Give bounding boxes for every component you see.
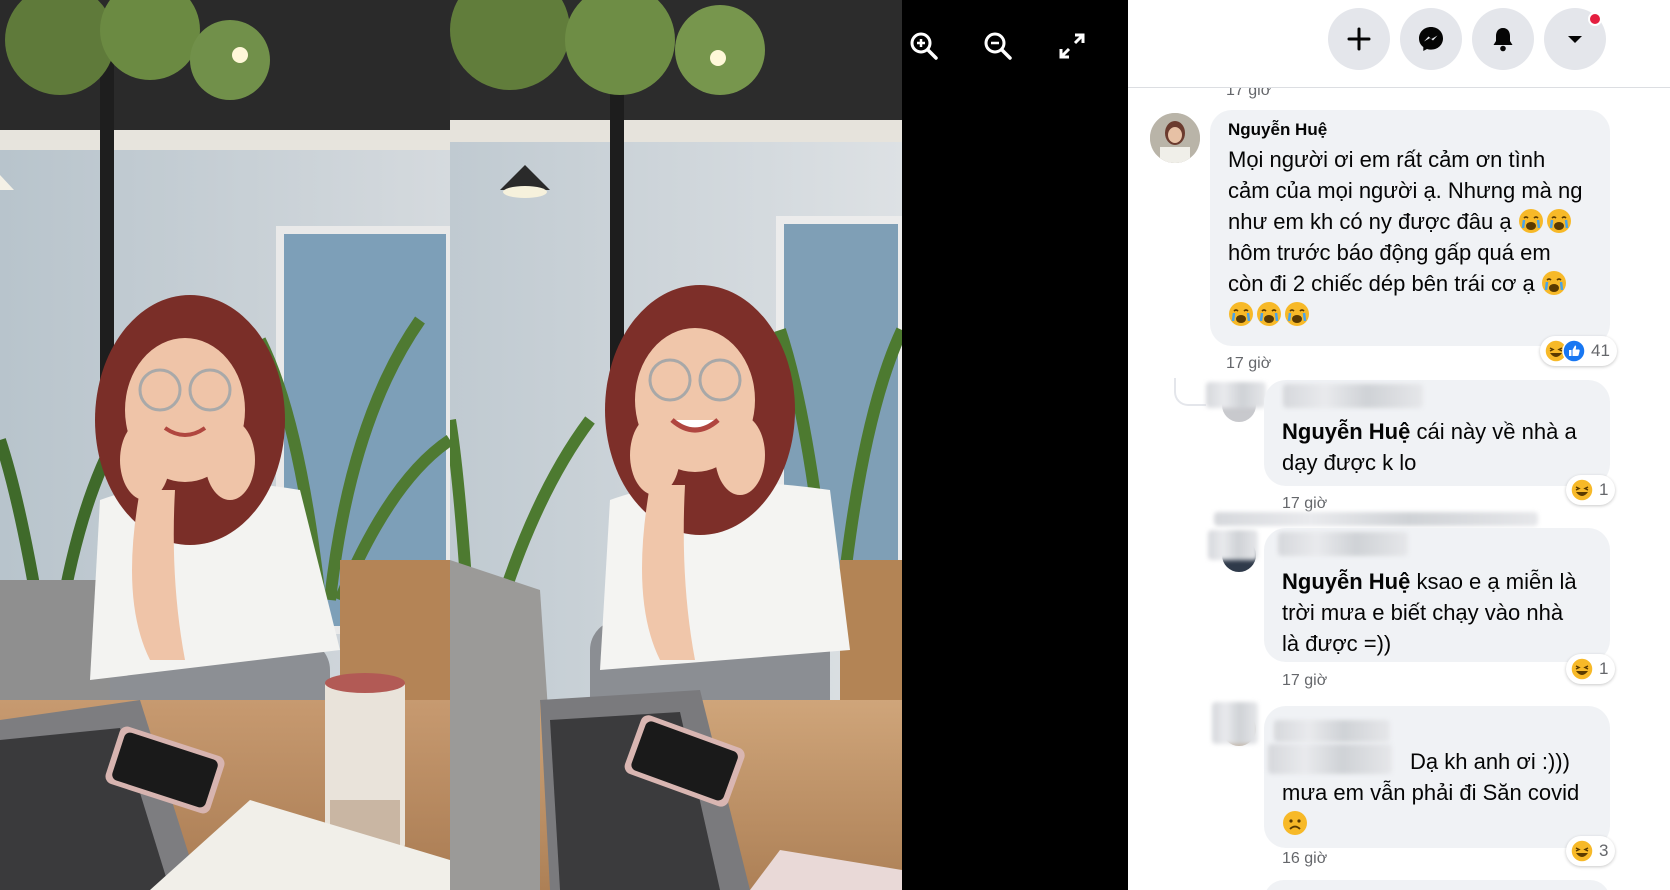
reply-text: Nguyễn Huệ ksao e ạ miễn là trời mưa e b…	[1282, 566, 1594, 659]
comment-text-line: hôm trước báo động gấp quá em	[1228, 240, 1551, 265]
avatar[interactable]	[1150, 113, 1200, 163]
photo-viewer	[0, 0, 1128, 890]
zoom-out-icon	[984, 32, 1012, 60]
messenger-icon	[1419, 27, 1443, 51]
reply-text-line: Dạ kh anh ơi :)))	[1410, 749, 1570, 774]
photo-right[interactable]	[450, 0, 902, 890]
reaction-summary[interactable]: 41	[1540, 336, 1617, 366]
reply-text-line: mưa em vẫn phải đi Săn covid	[1282, 780, 1580, 805]
caret-down-icon	[1568, 36, 1582, 43]
haha-icon	[1570, 478, 1594, 502]
reaction-summary[interactable]: 3	[1566, 836, 1616, 866]
comment-timestamp[interactable]: 16 giờ	[1282, 850, 1327, 868]
reaction-icons	[1570, 657, 1594, 681]
comment-list[interactable]: 17 giờ Nguyễn Huệ Mọi người ơi em rất cả…	[1128, 0, 1670, 890]
haha-icon	[1570, 839, 1594, 863]
reply-text: Nguyễn Huệ cái này về nhà a dạy được k l…	[1282, 416, 1594, 478]
redacted-avatar	[1208, 530, 1258, 560]
zoom-out-button[interactable]	[978, 26, 1018, 66]
comment-text-line: còn đi 2 chiếc dép bên trái cơ ạ	[1228, 271, 1535, 296]
reaction-count: 1	[1599, 480, 1609, 499]
mention-link[interactable]: Nguyễn Huệ	[1282, 419, 1410, 444]
account-menu-button[interactable]	[1544, 8, 1606, 70]
reply-bubble-partial	[1264, 880, 1610, 890]
frowning-emoji-icon	[1283, 811, 1307, 835]
photo-right-image	[450, 0, 902, 890]
expand-icon	[1059, 33, 1085, 59]
comment-author[interactable]: Nguyễn Huệ	[1228, 120, 1594, 140]
comment-timestamp[interactable]: 17 giờ	[1282, 672, 1327, 690]
comment-timestamp[interactable]: 17 giờ	[1226, 355, 1271, 373]
photo-left-image	[0, 0, 450, 890]
reaction-count: 41	[1591, 341, 1610, 360]
reaction-icons	[1544, 339, 1586, 363]
top-navigation-bar	[1128, 0, 1670, 88]
redacted-mention	[1268, 744, 1392, 774]
redacted-avatar	[1206, 382, 1266, 408]
comment-bubble: Nguyễn Huệ Mọi người ơi em rất cảm ơn tì…	[1210, 110, 1610, 346]
crying-emoji-icon	[1285, 302, 1309, 326]
haha-icon	[1570, 657, 1594, 681]
notification-badge	[1588, 12, 1602, 26]
bell-icon	[1493, 28, 1513, 52]
reaction-count: 3	[1599, 841, 1609, 860]
comment-text: Mọi người ơi em rất cảm ơn tình cảm của …	[1228, 144, 1594, 330]
thread-connector	[1174, 378, 1206, 406]
redacted-author-name	[1283, 384, 1423, 408]
comments-panel: 17 giờ Nguyễn Huệ Mọi người ơi em rất cả…	[1128, 0, 1670, 890]
create-button[interactable]	[1328, 8, 1390, 70]
comment-timestamp[interactable]: 17 giờ	[1282, 495, 1327, 513]
messenger-button[interactable]	[1400, 8, 1462, 70]
reaction-icons	[1570, 839, 1594, 863]
crying-emoji-icon	[1541, 271, 1566, 295]
photo-left[interactable]	[0, 0, 450, 890]
zoom-in-button[interactable]	[904, 26, 944, 66]
crying-emoji-icon	[1546, 209, 1571, 233]
redacted-avatar	[1212, 702, 1258, 744]
redacted-author-name	[1278, 532, 1408, 556]
like-icon	[1562, 339, 1586, 363]
reaction-count: 1	[1599, 659, 1609, 678]
reaction-summary[interactable]: 1	[1566, 475, 1616, 505]
mention-link[interactable]: Nguyễn Huệ	[1282, 569, 1410, 594]
reaction-summary[interactable]: 1	[1566, 654, 1616, 684]
redacted-header	[1214, 512, 1538, 526]
plus-icon	[1347, 27, 1371, 51]
crying-emoji-icon	[1229, 302, 1253, 326]
zoom-in-icon	[910, 32, 938, 60]
crying-emoji-icon	[1518, 209, 1543, 233]
redacted-author-name	[1274, 720, 1390, 742]
crying-emoji-icon	[1257, 302, 1281, 326]
reaction-icons	[1570, 478, 1594, 502]
notifications-button[interactable]	[1472, 8, 1534, 70]
app-root: 17 giờ Nguyễn Huệ Mọi người ơi em rất cả…	[0, 0, 1670, 890]
fullscreen-button[interactable]	[1052, 26, 1092, 66]
